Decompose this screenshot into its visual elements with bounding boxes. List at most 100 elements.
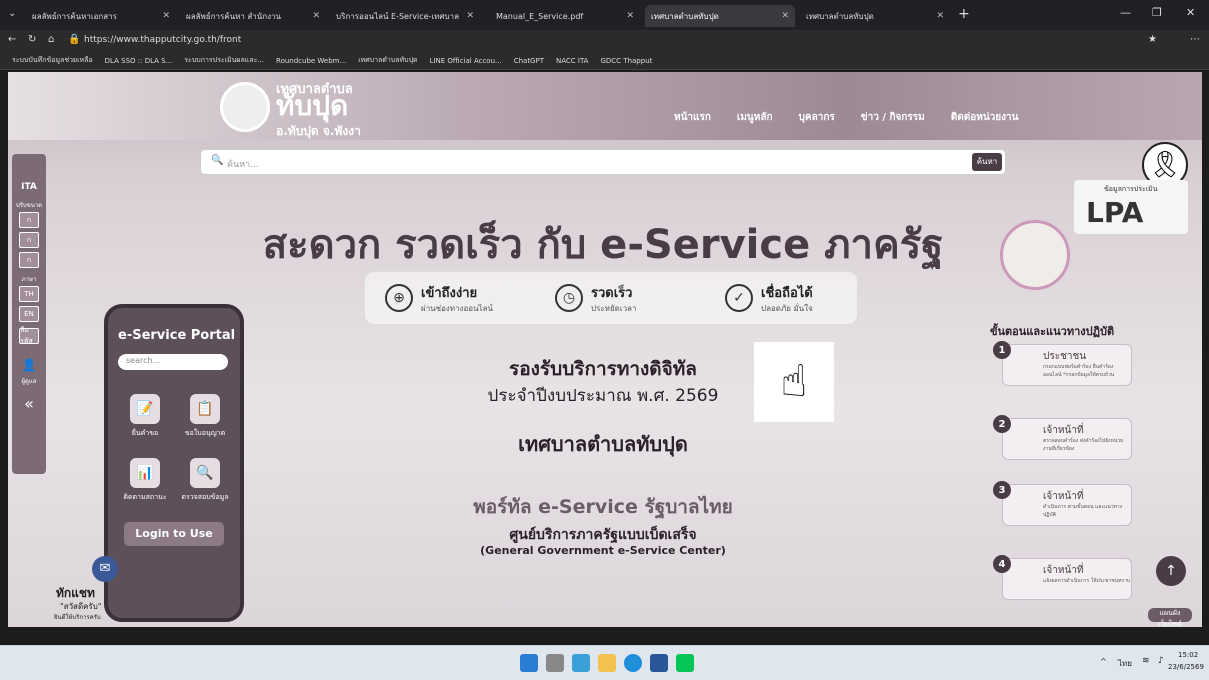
close-icon[interactable]: ✕ bbox=[781, 11, 789, 21]
nav-main-menu[interactable]: เมนูหลัก bbox=[737, 110, 773, 125]
login-button[interactable]: Login to Use bbox=[124, 522, 224, 546]
nav-contact[interactable]: ติดต่อหน่วยงาน bbox=[951, 110, 1019, 125]
line-icon[interactable] bbox=[676, 654, 694, 672]
search-input[interactable]: ค้นหา... bbox=[227, 157, 259, 171]
tab-actions-icon[interactable]: ⌄ bbox=[8, 8, 16, 19]
app-icon[interactable] bbox=[572, 654, 590, 672]
close-icon[interactable]: ✕ bbox=[466, 11, 474, 21]
check-data-icon[interactable]: 🔍 bbox=[190, 458, 220, 488]
tab-label: Manual_E_Service.pdf bbox=[496, 11, 584, 21]
close-icon[interactable]: ✕ bbox=[162, 11, 170, 21]
clock-date[interactable]: 23/6/2569 bbox=[1168, 663, 1204, 671]
feature-title: เชื่อถือได้ bbox=[761, 286, 813, 301]
favorite-item[interactable]: GDCC Thapput bbox=[600, 57, 652, 65]
user-icon[interactable]: 👤 bbox=[12, 358, 46, 372]
municipality-name: เทศบาลตำบลทับปุด bbox=[518, 432, 688, 456]
feature-title: รวดเร็ว bbox=[591, 286, 633, 301]
scroll-top-icon[interactable]: ↑ bbox=[1156, 556, 1186, 586]
center-en: (General Government e-Service Center) bbox=[480, 544, 726, 557]
font-size-small-button[interactable]: ก bbox=[19, 212, 39, 228]
edge-icon[interactable] bbox=[624, 654, 642, 672]
feature-title: เข้าถึงง่าย bbox=[421, 286, 478, 301]
new-tab-icon[interactable]: + bbox=[958, 6, 970, 22]
check-data-label: ตรวจสอบข้อมูล bbox=[181, 493, 229, 501]
tab-label: ผลลัพธ์การค้นหา สำนักงาน bbox=[186, 11, 281, 21]
minimize-icon[interactable]: — bbox=[1120, 6, 1131, 19]
start-icon[interactable] bbox=[520, 654, 538, 672]
tab-1[interactable]: ผลลัพธ์การค้นหาเอกสาร ✕ bbox=[26, 5, 176, 27]
nav-personnel[interactable]: บุคลากร bbox=[799, 110, 835, 125]
submit-request-label: ยื่นคำขอ bbox=[131, 429, 159, 437]
clock-time[interactable]: 15:02 bbox=[1178, 651, 1198, 659]
clock-icon: ◷ bbox=[555, 284, 583, 312]
support-line-1: รองรับบริการทางดิจิทัล bbox=[509, 358, 697, 380]
favorite-item[interactable]: NACC ITA bbox=[556, 57, 589, 65]
track-status-icon[interactable]: 📊 bbox=[130, 458, 160, 488]
qr-app-icon[interactable] bbox=[546, 654, 564, 672]
close-icon[interactable]: ✕ bbox=[626, 11, 634, 21]
wifi-icon[interactable]: ≋ bbox=[1142, 656, 1150, 666]
sitemap-button[interactable]: แผนผัง เว็บไซต์ bbox=[1148, 608, 1192, 627]
favorite-item[interactable]: LINE Official Accou... bbox=[430, 57, 502, 65]
close-icon[interactable]: ✕ bbox=[936, 11, 944, 21]
font-size-large-button[interactable]: ก bbox=[19, 252, 39, 268]
admin-label: ผู้ดูแล bbox=[21, 378, 37, 385]
file-explorer-icon[interactable] bbox=[598, 654, 616, 672]
favorite-item[interactable]: ระบบการประเมินผลและ... bbox=[184, 55, 264, 66]
seal-emblem-icon bbox=[1000, 220, 1070, 290]
font-size-medium-button[interactable]: ก bbox=[19, 232, 39, 248]
home-icon[interactable]: ⌂ bbox=[48, 34, 54, 45]
search-icon: 🔍 bbox=[211, 155, 224, 166]
tab-3[interactable]: บริการออนไลน์ E-Service-เทศบาล ✕ bbox=[330, 5, 480, 27]
favorite-item[interactable]: เทศบาลตำบลทับปุด bbox=[358, 55, 417, 66]
input-language[interactable]: ไทย bbox=[1118, 657, 1132, 670]
favorite-item[interactable]: DLA SSO :: DLA S... bbox=[105, 57, 173, 65]
chevron-up-icon[interactable]: ^ bbox=[1100, 657, 1107, 666]
page-viewport: เทศบาลตำบล ทับปุด อ.ทับปุด จ.พังงา หน้าแ… bbox=[8, 72, 1202, 627]
browser-tab-bar: ⌄ ผลลัพธ์การค้นหาเอกสาร ✕ ผลลัพธ์การค้นหา… bbox=[0, 0, 1209, 30]
step-3: 3 เจ้าหน้าที่ ดำเนินการ ตามขั้นตอน และแน… bbox=[993, 481, 1132, 526]
collapse-icon[interactable]: « bbox=[12, 394, 46, 413]
tab-6[interactable]: เทศบาลตำบลทับปุด ✕ bbox=[800, 5, 950, 27]
favorite-item[interactable]: ChatGPT bbox=[514, 57, 544, 65]
accessibility-sidebar: ITA ปรับขนาด ก ก ก ภาษา TH EN ลืมรหัส 👤 … bbox=[12, 154, 46, 474]
back-icon[interactable]: ← bbox=[8, 34, 16, 45]
chat-messenger-icon[interactable]: ✉ bbox=[92, 556, 118, 582]
favorites-bar: ระบบบันทึกข้อมูลช่วยเหลือ DLA SSO :: DLA… bbox=[0, 52, 1209, 70]
search-button[interactable]: ค้นหา bbox=[972, 153, 1002, 171]
favorite-item[interactable]: Roundcube Webm... bbox=[276, 57, 346, 65]
lang-en-button[interactable]: EN bbox=[19, 306, 39, 322]
step-desc: ดำเนินการ ตามขั้นตอน และแนวทางปฏิบัติ bbox=[1043, 504, 1123, 518]
lang-label: ภาษา bbox=[21, 276, 37, 283]
menu-icon[interactable]: ⋯ bbox=[1190, 34, 1200, 45]
lang-th-button[interactable]: TH bbox=[19, 286, 39, 302]
brand-sub: อ.ทับปุด จ.พังงา bbox=[276, 124, 361, 138]
close-icon[interactable]: ✕ bbox=[312, 11, 320, 21]
portal-search-input[interactable]: search... bbox=[118, 354, 228, 370]
reload-icon[interactable]: ↻ bbox=[28, 34, 36, 45]
maximize-icon[interactable]: ❐ bbox=[1152, 6, 1162, 19]
lpa-logo: LPA bbox=[1086, 196, 1144, 229]
step-title: เจ้าหน้าที่ bbox=[1043, 425, 1084, 436]
nav-home[interactable]: หน้าแรก bbox=[674, 110, 711, 125]
feature-sub: ประหยัดเวลา bbox=[591, 304, 637, 313]
submit-request-icon[interactable]: 📝 bbox=[130, 394, 160, 424]
municipality-seal-icon bbox=[220, 82, 270, 132]
lpa-badge[interactable]: ข้อมูลการประเมิน LPA bbox=[1074, 180, 1188, 234]
misc-button[interactable]: ลืมรหัส bbox=[19, 326, 39, 345]
permit-icon[interactable]: 📋 bbox=[190, 394, 220, 424]
favorite-item[interactable]: ระบบบันทึกข้อมูลช่วยเหลือ bbox=[12, 55, 93, 66]
word-icon[interactable] bbox=[650, 654, 668, 672]
url-field[interactable]: https://www.thapputcity.go.th/front bbox=[84, 35, 241, 45]
site-header: เทศบาลตำบล ทับปุด อ.ทับปุด จ.พังงา หน้าแ… bbox=[8, 72, 1202, 140]
nav-news[interactable]: ข่าว / กิจกรรม bbox=[861, 110, 925, 125]
step-2: 2 เจ้าหน้าที่ ตรวจสอบคำร้อง ส่งคำร้องไปย… bbox=[993, 415, 1132, 460]
permit-label: ขอใบอนุญาต bbox=[184, 429, 226, 437]
tab-4[interactable]: Manual_E_Service.pdf ✕ bbox=[490, 5, 640, 27]
tab-5[interactable]: เทศบาลตำบลทับปุด ✕ bbox=[645, 5, 795, 27]
favorite-star-icon[interactable]: ★ bbox=[1148, 34, 1157, 45]
tab-2[interactable]: ผลลัพธ์การค้นหา สำนักงาน ✕ bbox=[180, 5, 326, 27]
portal-title: e-Service Portal bbox=[118, 328, 236, 343]
window-close-icon[interactable]: ✕ bbox=[1186, 6, 1195, 19]
volume-icon[interactable]: ♪ bbox=[1158, 656, 1164, 666]
